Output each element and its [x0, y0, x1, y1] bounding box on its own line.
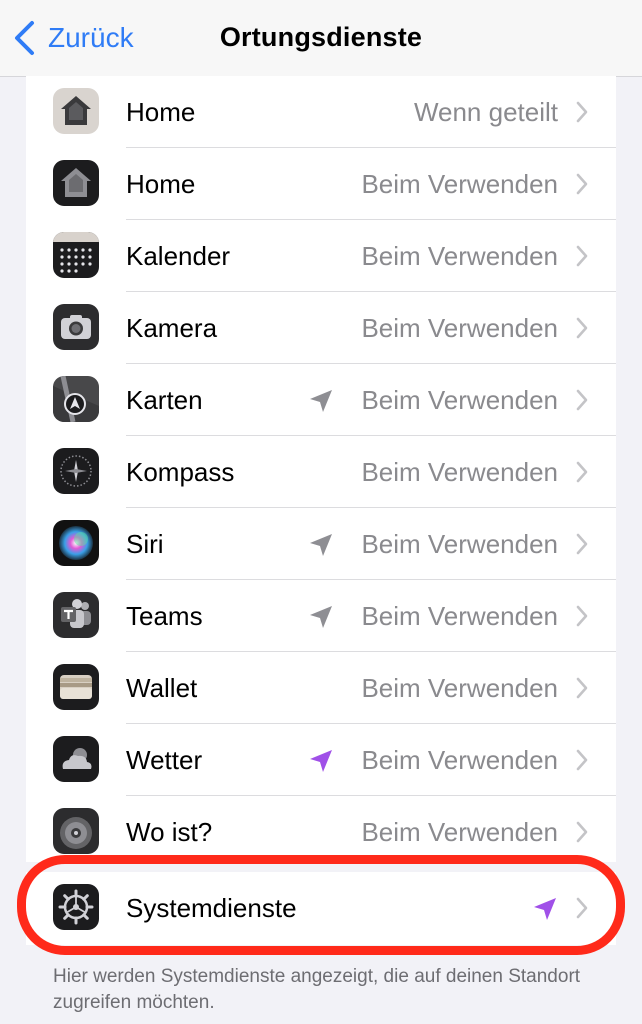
app-name: Wo ist?	[126, 817, 213, 847]
home-icon	[53, 88, 99, 134]
permission-value: Wenn geteilt	[413, 97, 558, 127]
permission-value: Beim Verwenden	[361, 457, 558, 487]
app-row-kompass[interactable]: Kompass Beim Verwenden	[26, 436, 616, 508]
app-name: Siri	[126, 529, 164, 559]
permission-value: Beim Verwenden	[361, 169, 558, 199]
app-row-karten[interactable]: Karten Beim Verwenden	[26, 364, 616, 436]
app-name: Home	[126, 169, 196, 199]
settings-gear-icon	[53, 884, 99, 930]
system-services-label: Systemdienste	[126, 893, 297, 923]
app-name: Kamera	[126, 313, 218, 343]
chevron-right-icon	[576, 173, 588, 195]
camera-icon	[53, 304, 99, 350]
wallet-icon	[53, 664, 99, 710]
calendar-icon	[53, 232, 99, 278]
app-row-wetter[interactable]: Wetter Beim Verwenden	[26, 724, 616, 796]
navigation-bar: Zurück Ortungsdienste	[0, 0, 642, 77]
permission-value: Beim Verwenden	[361, 529, 558, 559]
system-services-card: Systemdienste	[26, 872, 616, 945]
chevron-right-icon	[576, 461, 588, 483]
find-my-icon	[53, 808, 99, 854]
permission-value: Beim Verwenden	[361, 313, 558, 343]
app-name: Teams	[126, 601, 203, 631]
app-name: Karten	[126, 385, 203, 415]
location-arrow-icon	[310, 606, 332, 628]
compass-icon	[53, 448, 99, 494]
weather-icon	[53, 736, 99, 782]
location-arrow-icon	[310, 750, 332, 772]
permission-value: Beim Verwenden	[361, 817, 558, 847]
siri-icon	[53, 520, 99, 566]
app-row-kalender[interactable]: Kalender Beim Verwenden	[26, 220, 616, 292]
chevron-right-icon	[576, 245, 588, 267]
app-row-home-2[interactable]: Home Beim Verwenden	[26, 148, 616, 220]
app-location-list: Home Wenn geteilt Home Beim Verwenden Ka…	[26, 76, 616, 862]
page-title: Ortungsdienste	[219, 22, 423, 52]
chevron-right-icon	[576, 605, 588, 627]
location-arrow-icon	[534, 898, 556, 920]
app-name: Home	[126, 97, 196, 127]
chevron-right-icon	[576, 897, 588, 919]
chevron-right-icon	[576, 677, 588, 699]
teams-icon	[53, 592, 99, 638]
app-row-siri[interactable]: Siri Beim Verwenden	[26, 508, 616, 580]
location-arrow-icon	[310, 534, 332, 556]
footer-note: Hier werden Systemdienste angezeigt, die…	[53, 966, 581, 1013]
app-row-wallet[interactable]: Wallet Beim Verwenden	[26, 652, 616, 724]
app-name: Kalender	[126, 241, 231, 271]
chevron-right-icon	[576, 101, 588, 123]
permission-value: Beim Verwenden	[361, 385, 558, 415]
maps-icon	[53, 376, 99, 422]
chevron-right-icon	[576, 821, 588, 843]
app-row-kamera[interactable]: Kamera Beim Verwenden	[26, 292, 616, 364]
chevron-right-icon	[576, 317, 588, 339]
app-name: Wallet	[126, 673, 198, 703]
app-row-home[interactable]: Home Wenn geteilt	[26, 76, 616, 148]
app-row-wo-ist[interactable]: Wo ist? Beim Verwenden	[26, 796, 616, 862]
location-arrow-icon	[310, 390, 332, 412]
permission-value: Beim Verwenden	[361, 745, 558, 775]
app-row-teams[interactable]: Teams Beim Verwenden	[26, 580, 616, 652]
permission-value: Beim Verwenden	[361, 241, 558, 271]
app-name: Kompass	[126, 457, 235, 487]
permission-value: Beim Verwenden	[361, 601, 558, 631]
chevron-right-icon	[576, 749, 588, 771]
permission-value: Beim Verwenden	[361, 673, 558, 703]
home-dark-icon	[53, 160, 99, 206]
chevron-right-icon	[576, 389, 588, 411]
system-services-row[interactable]: Systemdienste	[26, 872, 616, 944]
chevron-right-icon	[576, 533, 588, 555]
app-name: Wetter	[126, 745, 203, 775]
